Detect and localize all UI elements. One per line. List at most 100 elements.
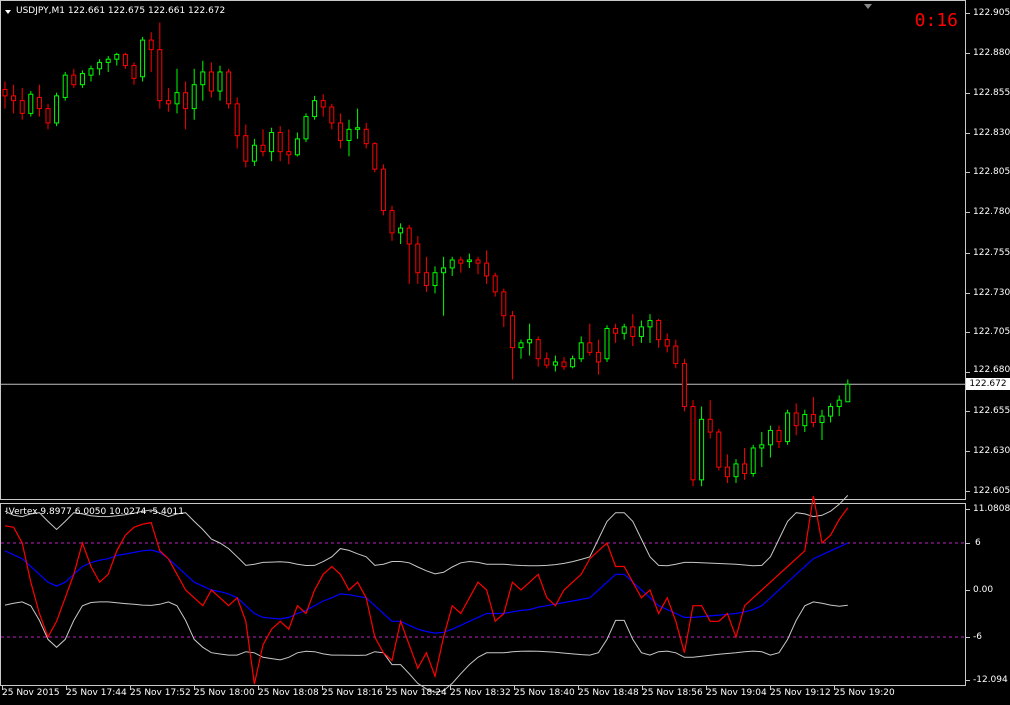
candle-body <box>406 227 412 245</box>
symbol-dropdown-icon[interactable] <box>5 10 11 14</box>
price-label: 122.880 <box>973 48 1010 58</box>
candle-body <box>776 429 782 443</box>
price-axis[interactable]: 122.905 122.880 122.855 122.830 122.805 … <box>966 0 1010 705</box>
candle-body <box>320 100 326 108</box>
candle-body <box>501 291 507 317</box>
candle-body <box>415 243 421 274</box>
price-tick <box>966 13 970 14</box>
candle-body <box>458 259 464 264</box>
candle-body <box>174 92 180 105</box>
candle-body <box>11 95 17 102</box>
candle-body <box>372 143 378 170</box>
candle-body <box>535 339 541 360</box>
candle-body <box>449 259 455 269</box>
candle-body <box>492 275 498 293</box>
candle-body <box>793 412 799 427</box>
candle-body <box>312 100 318 118</box>
candle-body <box>638 326 644 337</box>
price-label: 122.780 <box>973 207 1010 217</box>
candle-body <box>673 345 679 365</box>
candle-body <box>845 383 851 403</box>
symbol-info: USDJPY,M1 122.661 122.675 122.661 122.67… <box>16 6 226 16</box>
candle-body <box>716 431 722 468</box>
candle-body <box>260 144 266 153</box>
candle-body <box>544 358 550 366</box>
price-tick <box>966 293 970 294</box>
price-label: 122.905 <box>973 8 1010 18</box>
candle-body <box>200 71 206 86</box>
candle-body <box>656 320 662 341</box>
candle-body <box>234 103 240 137</box>
price-tick <box>966 93 970 94</box>
candle-body <box>398 227 404 234</box>
candle-body <box>664 339 670 347</box>
current-price-label: 122.672 <box>966 378 1010 390</box>
candle-body <box>183 92 189 110</box>
candle-body <box>681 363 687 408</box>
indicator-axis-label: -6 <box>973 632 982 642</box>
candle-body <box>484 262 490 277</box>
candle-body <box>277 132 283 153</box>
candle-body <box>621 326 627 334</box>
price-label: 122.730 <box>973 288 1010 298</box>
time-label: 25 Nov 19:12 <box>770 688 831 698</box>
candle-body <box>2 88 8 97</box>
candle-body <box>759 444 765 449</box>
candle-body <box>466 259 472 263</box>
candle-body <box>36 96 42 110</box>
price-label: 122.680 <box>973 365 1010 375</box>
indicator-tick <box>966 509 970 510</box>
indicator-main-line <box>4 495 849 685</box>
candle-body <box>578 342 584 360</box>
price-label: 122.805 <box>973 167 1010 177</box>
candle-body <box>836 399 842 408</box>
candle-body <box>122 53 128 67</box>
time-label: 25 Nov 18:56 <box>642 688 703 698</box>
time-label: 25 Nov 18:40 <box>514 688 575 698</box>
time-label: 25 Nov 18:00 <box>194 688 255 698</box>
price-tick <box>966 133 970 134</box>
candle-body <box>79 73 85 86</box>
candle-body <box>28 93 34 114</box>
candle-body <box>71 74 77 86</box>
price-label: 122.855 <box>973 88 1010 98</box>
candle-body <box>785 412 791 443</box>
time-label: 25 Nov 18:32 <box>450 688 511 698</box>
price-tick <box>966 451 970 452</box>
indicator-tick <box>966 590 970 591</box>
candle-body <box>733 463 739 478</box>
candle-body <box>88 68 94 76</box>
indicator-tick <box>966 637 970 638</box>
time-label: 25 Nov 2015 <box>2 688 60 698</box>
bar-countdown-timer: 0:16 <box>914 10 958 31</box>
price-label: 122.705 <box>973 327 1010 337</box>
candle-body <box>819 415 825 423</box>
candle-body <box>595 351 601 363</box>
candle-body <box>114 53 120 60</box>
candle-body <box>707 418 713 433</box>
candle-body <box>157 49 163 102</box>
candle-body <box>561 361 567 368</box>
time-axis[interactable]: 25 Nov 2015 25 Nov 17:44 25 Nov 17:52 25… <box>0 686 966 705</box>
candle-body <box>208 71 214 92</box>
candle-body <box>243 135 249 162</box>
candle-body <box>337 122 343 141</box>
candle-body <box>294 138 300 156</box>
candle-body <box>54 95 60 124</box>
time-label: 25 Nov 17:52 <box>130 688 191 698</box>
candle-body <box>226 71 232 105</box>
candle-body <box>767 429 773 446</box>
candle-body <box>363 128 369 145</box>
time-label: 25 Nov 18:08 <box>258 688 319 698</box>
time-label: 25 Nov 17:44 <box>66 688 127 698</box>
indicator-axis-label: 0.00 <box>973 585 994 595</box>
candle-body <box>552 361 558 366</box>
candle-body <box>251 144 257 162</box>
candle-body <box>165 100 171 105</box>
candle-body <box>389 210 395 234</box>
candle-body <box>432 272 438 286</box>
candle-body <box>810 414 816 423</box>
chart-shift-marker-icon[interactable] <box>864 4 872 9</box>
indicator-axis-label: -12.094 <box>973 675 1008 685</box>
time-label: 25 Nov 19:04 <box>706 688 767 698</box>
